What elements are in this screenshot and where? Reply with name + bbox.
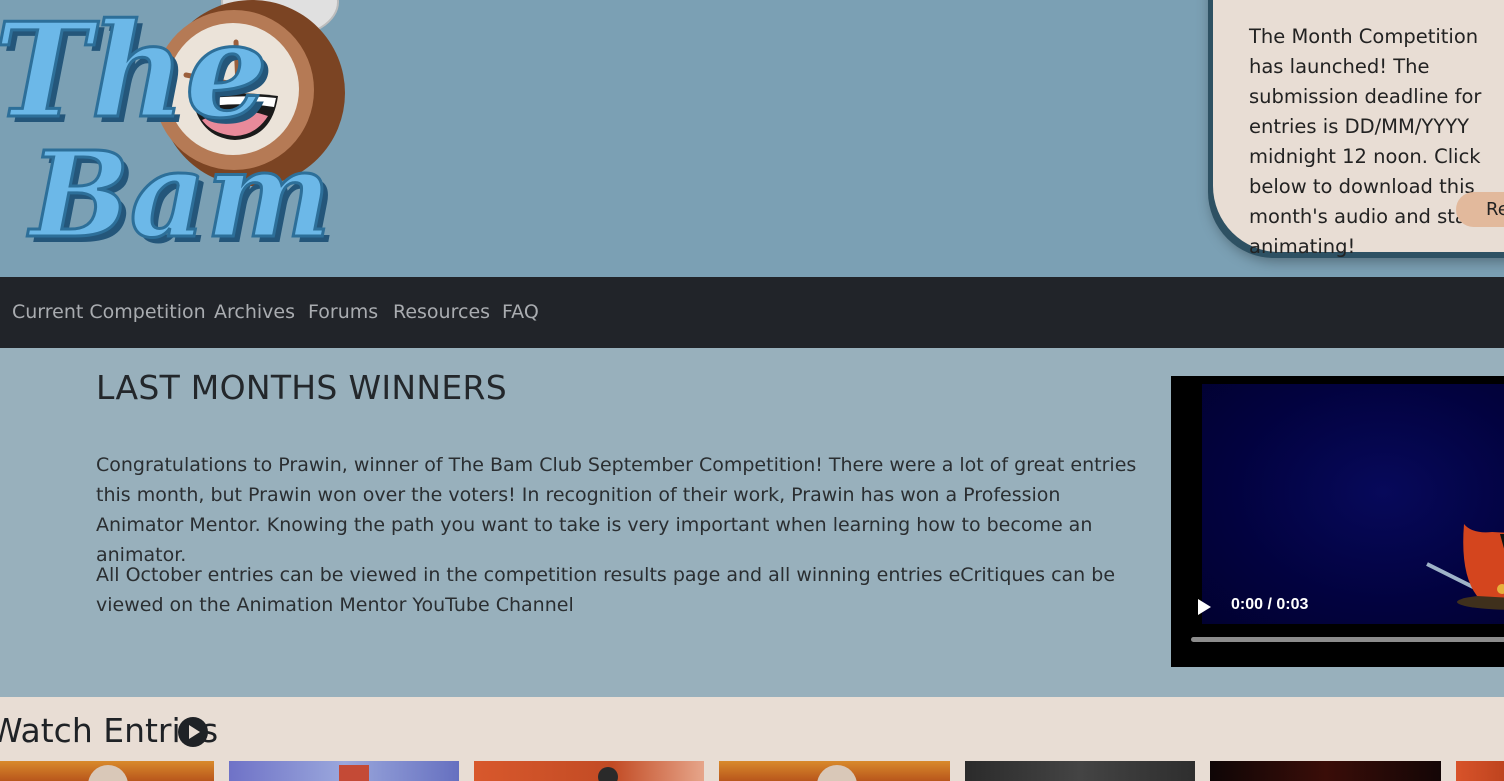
entry-thumbnail[interactable] xyxy=(1456,761,1504,781)
entry-thumbnail[interactable] xyxy=(229,761,459,781)
video-play-icon[interactable] xyxy=(1195,598,1213,616)
video-frame xyxy=(1202,384,1504,624)
main-navbar: Current Competition Archives Forums Reso… xyxy=(0,277,1504,348)
site-logo[interactable]: The The Bam Bam xyxy=(0,0,360,270)
video-progress-bar[interactable] xyxy=(1191,637,1504,642)
logo-text-bam: Bam xyxy=(27,125,331,264)
announcement-text: The Month Competition has launched! The … xyxy=(1249,25,1483,258)
winners-section: LAST MONTHS WINNERS Congratulations to P… xyxy=(0,348,1504,697)
announcement-card: The Month Competition has launched! The … xyxy=(1213,0,1504,258)
nav-faq[interactable]: FAQ xyxy=(502,277,539,348)
read-more-button[interactable]: Read More xyxy=(1456,192,1504,227)
video-time: 0:00 / 0:03 xyxy=(1231,596,1309,613)
nav-resources[interactable]: Resources xyxy=(393,277,490,348)
video-character-image xyxy=(1426,524,1504,610)
entries-play-icon[interactable] xyxy=(177,716,209,748)
entry-thumbnail[interactable] xyxy=(474,761,704,781)
winner-video-player[interactable]: 0:00 / 0:03 xyxy=(1171,376,1504,667)
nav-current-competition[interactable]: Current Competition xyxy=(12,277,206,348)
entry-thumbnail[interactable] xyxy=(1210,761,1441,781)
winners-title: LAST MONTHS WINNERS xyxy=(96,368,508,407)
nav-archives[interactable]: Archives xyxy=(214,277,295,348)
site-header: The The Bam Bam The Month Competition ha… xyxy=(0,0,1504,277)
entry-thumbnail[interactable] xyxy=(965,761,1195,781)
winners-paragraph-1: Congratulations to Prawin, winner of The… xyxy=(96,454,1137,566)
entry-thumbnail[interactable] xyxy=(719,761,950,781)
nav-forums[interactable]: Forums xyxy=(308,277,378,348)
entry-thumbnail[interactable] xyxy=(0,761,214,781)
winners-paragraph-2: All October entries can be viewed in the… xyxy=(96,564,1116,616)
